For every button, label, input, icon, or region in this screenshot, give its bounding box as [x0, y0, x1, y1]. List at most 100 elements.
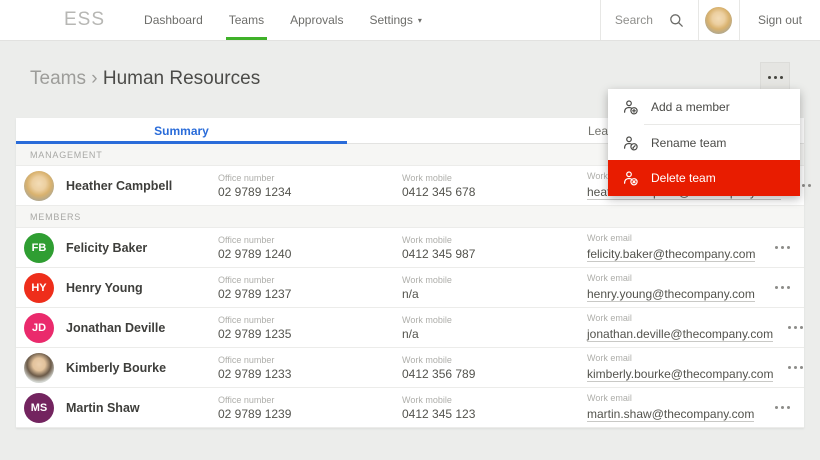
table-row: Kimberly Bourke Office number 02 9789 12… [16, 348, 804, 388]
work-mobile-value: 0412 345 123 [402, 406, 476, 421]
user-avatar [705, 6, 733, 34]
work-email-link[interactable]: felicity.baker@thecompany.com [587, 247, 756, 262]
member-name: Heather Campbell [66, 178, 173, 193]
nav-item-approvals[interactable]: Approvals [277, 0, 356, 40]
work-mobile-cell: Work mobile n/a [402, 275, 587, 301]
work-email-cell: Work email felicity.baker@thecompany.com [587, 233, 760, 263]
person-delete-icon [624, 171, 638, 186]
sign-out-button[interactable]: Sign out [740, 0, 820, 40]
office-number-cell: Office number 02 9789 1240 [218, 235, 402, 261]
work-email-label: Work email [587, 392, 632, 403]
member-cell: FB Felicity Baker [16, 232, 218, 263]
work-email-cell: Work email martin.shaw@thecompany.com [587, 393, 760, 423]
member-name: Henry Young [66, 280, 143, 295]
avatar: FB [24, 232, 54, 263]
avatar [24, 352, 54, 383]
team-actions-menu-button[interactable] [760, 62, 790, 92]
member-cell: Heather Campbell [16, 170, 218, 201]
search-label: Search [614, 13, 653, 27]
work-email-link[interactable]: kimberly.bourke@thecompany.com [587, 367, 774, 382]
table-row: HY Henry Young Office number 02 9789 123… [16, 268, 804, 308]
section-header: MEMBERS [16, 206, 804, 228]
person-add-icon [624, 99, 638, 115]
work-mobile-cell: Work mobile 0412 345 678 [402, 173, 587, 199]
top-bar: ESS Dashboard Teams Approvals Settings ▾ … [0, 0, 820, 41]
work-mobile-label: Work mobile [402, 274, 452, 285]
user-avatar-button[interactable] [699, 0, 740, 40]
ellipsis-icon [787, 366, 803, 369]
work-mobile-cell: Work mobile n/a [402, 315, 587, 341]
nav-item-dashboard[interactable]: Dashboard [131, 0, 216, 40]
table-row: FB Felicity Baker Office number 02 9789 … [16, 228, 804, 268]
nav-item-settings[interactable]: Settings ▾ [356, 0, 434, 40]
member-name: Felicity Baker [66, 240, 148, 255]
work-mobile-value: 0412 356 789 [402, 366, 476, 381]
ellipsis-icon [787, 326, 803, 329]
office-number-label: Office number [218, 234, 275, 245]
ellipsis-icon [767, 75, 783, 79]
work-email-label: Work email [587, 272, 632, 283]
work-mobile-value: 0412 345 678 [402, 184, 476, 199]
office-number-cell: Office number 02 9789 1237 [218, 275, 402, 301]
menu-item-rename-team[interactable]: Rename team [608, 125, 800, 160]
chevron-down-icon: ▾ [417, 15, 422, 25]
work-email-cell: Work email kimberly.bourke@thecompany.co… [587, 352, 774, 383]
work-mobile-cell: Work mobile 0412 345 123 [402, 395, 587, 421]
work-mobile-label: Work mobile [402, 314, 452, 325]
search-icon [669, 13, 684, 28]
member-cell: JD Jonathan Deville [16, 312, 218, 343]
office-number-label: Office number [218, 274, 275, 285]
page-title: Human Resources [102, 68, 261, 89]
office-number-cell: Office number 02 9789 1239 [218, 395, 402, 421]
office-number-value: 02 9789 1239 [218, 406, 292, 421]
app-screen: ESS Dashboard Teams Approvals Settings ▾ … [0, 0, 820, 460]
section-label: MEMBERS [30, 211, 82, 222]
office-number-cell: Office number 02 9789 1233 [218, 355, 402, 381]
work-email-cell: Work email jonathan.deville@thecompany.c… [587, 312, 774, 343]
tab-summary[interactable]: Summary [16, 118, 347, 144]
work-email-label: Work email [587, 312, 632, 323]
ellipsis-icon [774, 246, 790, 249]
avatar: MS [24, 392, 54, 423]
member-name: Martin Shaw [66, 400, 140, 415]
person-rename-icon [624, 135, 638, 151]
member-cell: HY Henry Young [16, 272, 218, 303]
office-number-cell: Office number 02 9789 1234 [218, 173, 402, 199]
menu-item-delete-team[interactable]: Delete team [608, 160, 800, 196]
work-mobile-label: Work mobile [402, 394, 452, 405]
work-email-link[interactable]: martin.shaw@thecompany.com [587, 407, 755, 422]
nav-item-teams[interactable]: Teams [216, 0, 277, 40]
work-email-link[interactable]: jonathan.deville@thecompany.com [587, 327, 774, 342]
office-number-value: 02 9789 1234 [218, 184, 292, 199]
menu-item-add-member[interactable]: Add a member [608, 89, 800, 124]
table-row: MS Martin Shaw Office number 02 9789 123… [16, 388, 804, 428]
office-number-value: 02 9789 1233 [218, 366, 292, 381]
work-mobile-label: Work mobile [402, 172, 452, 183]
office-number-value: 02 9789 1240 [218, 246, 292, 261]
work-mobile-label: Work mobile [402, 354, 452, 365]
row-actions-button[interactable] [760, 246, 804, 249]
avatar: HY [24, 272, 54, 303]
row-actions-button[interactable] [773, 326, 817, 329]
avatar [24, 170, 54, 201]
section-label: MANAGEMENT [30, 149, 103, 160]
work-email-link[interactable]: henry.young@thecompany.com [587, 287, 755, 302]
work-mobile-cell: Work mobile 0412 356 789 [402, 355, 587, 381]
search-button[interactable]: Search [599, 0, 699, 40]
main-nav: Dashboard Teams Approvals Settings ▾ [131, 0, 435, 40]
ellipsis-icon [774, 406, 790, 409]
avatar: JD [24, 312, 54, 343]
work-email-label: Work email [587, 352, 632, 363]
row-actions-button[interactable] [773, 366, 817, 369]
breadcrumb-separator: › [91, 68, 98, 89]
work-email-label: Work email [587, 232, 632, 243]
row-actions-button[interactable] [760, 286, 804, 289]
breadcrumb-parent[interactable]: Teams [30, 68, 86, 89]
office-number-value: 02 9789 1237 [218, 286, 292, 301]
work-email-cell: Work email henry.young@thecompany.com [587, 273, 760, 303]
app-logo[interactable]: ESS [64, 0, 105, 40]
office-number-label: Office number [218, 354, 275, 365]
office-number-label: Office number [218, 394, 275, 405]
team-actions-menu: Add a member Rename team Delete team [608, 89, 800, 196]
row-actions-button[interactable] [760, 406, 804, 409]
